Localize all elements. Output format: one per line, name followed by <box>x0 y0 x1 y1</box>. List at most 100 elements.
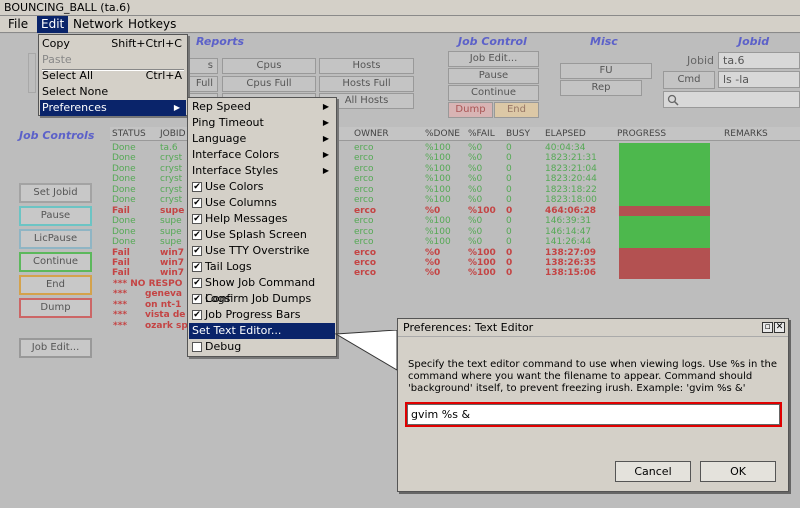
dump-button[interactable]: Dump <box>19 298 92 318</box>
top-job-edit-button[interactable]: Job Edit... <box>448 51 539 67</box>
note-text: on nt-1 <box>145 299 182 310</box>
col-jobid[interactable]: JOBID <box>160 127 186 141</box>
top-continue-button[interactable]: Continue <box>448 85 539 101</box>
tail-logs-label: Tail Logs <box>205 260 252 273</box>
cell-fail: %0 <box>468 153 483 164</box>
cell-status: Done <box>112 237 136 248</box>
licpause-button[interactable]: LicPause <box>19 229 92 249</box>
restore-icon[interactable]: ▫ <box>762 322 773 333</box>
pref-language[interactable]: Language ▶ <box>189 131 335 147</box>
cell-jobid: win7 <box>160 268 185 279</box>
job-progress-bars-label: Job Progress Bars <box>205 308 301 321</box>
set-jobid-button[interactable]: Set Jobid <box>19 183 92 203</box>
menu-item-copy[interactable]: Copy Shift+Ctrl+C <box>40 36 186 52</box>
col-owner[interactable]: OWNER <box>354 127 389 141</box>
cell-owner: erco <box>354 143 374 153</box>
dialog-message: Specify the text editor command to use w… <box>408 359 777 394</box>
cancel-button[interactable]: Cancel <box>615 461 691 482</box>
debug-label: Debug <box>205 340 242 353</box>
fu-button[interactable]: FU <box>560 63 652 79</box>
pref-use-colors[interactable]: ✔ Use Colors <box>189 179 335 195</box>
checkbox-checked-icon[interactable]: ✔ <box>192 182 202 192</box>
close-icon[interactable]: ✕ <box>774 322 785 333</box>
pref-ping-timeout[interactable]: Ping Timeout ▶ <box>189 115 335 131</box>
cell-status: Done <box>112 143 136 153</box>
progress-bar <box>619 205 710 217</box>
menu-edit[interactable]: Edit <box>37 16 69 33</box>
pref-tail-logs[interactable]: ✔ Tail Logs <box>189 259 335 275</box>
menu-item-select-all[interactable]: Select All Ctrl+A <box>40 68 186 84</box>
ok-button[interactable]: OK <box>700 461 776 482</box>
editor-command-input[interactable] <box>407 404 780 425</box>
cell-busy: 0 <box>506 257 513 268</box>
cell-busy: 0 <box>506 163 512 174</box>
cell-status: Done <box>112 174 136 185</box>
rep-button[interactable]: Rep <box>560 80 642 96</box>
reports-hosts-full-button[interactable]: Hosts Full <box>319 76 414 92</box>
pref-interface-colors[interactable]: Interface Colors ▶ <box>189 147 335 163</box>
cell-busy: 0 <box>506 153 512 164</box>
checkbox-checked-icon[interactable]: ✔ <box>192 246 202 256</box>
continue-button[interactable]: Continue <box>19 252 92 272</box>
pref-use-tty-overstrike[interactable]: ✔ Use TTY Overstrike <box>189 243 335 259</box>
pref-confirm-job-dumps[interactable]: ✔ Confirm Job Dumps <box>189 291 335 307</box>
col-busy[interactable]: BUSY <box>506 127 530 141</box>
menu-item-paste[interactable]: Paste <box>40 52 186 68</box>
pref-set-text-editor[interactable]: Set Text Editor... <box>189 323 335 339</box>
submenu-arrow-icon: ▶ <box>322 166 329 175</box>
pref-help-messages[interactable]: ✔ Help Messages <box>189 211 335 227</box>
cell-owner: erco <box>354 153 374 164</box>
pref-use-splash-screen[interactable]: ✔ Use Splash Screen <box>189 227 335 243</box>
checkbox-checked-icon[interactable]: ✔ <box>192 214 202 224</box>
cmd-button[interactable]: Cmd <box>663 71 715 89</box>
menu-hotkeys[interactable]: Hotkeys <box>124 16 180 33</box>
reports-hosts-button[interactable]: Hosts <box>319 58 414 74</box>
cell-jobid: cryst <box>160 163 183 174</box>
col-status[interactable]: STATUS <box>112 127 146 141</box>
checkbox-checked-icon[interactable]: ✔ <box>192 262 202 272</box>
top-pause-button[interactable]: Pause <box>448 68 539 84</box>
col-fail[interactable]: %FAIL <box>468 127 495 141</box>
cell-fail: %100 <box>468 268 496 279</box>
checkbox-unchecked-icon[interactable] <box>192 342 202 352</box>
note-marker: *** NO RESPO <box>113 278 183 289</box>
use-columns-label: Use Columns <box>205 196 277 209</box>
reports-cpus-full-button[interactable]: Cpus Full <box>222 76 316 92</box>
menu-network[interactable]: Network <box>69 16 127 33</box>
checkbox-checked-icon[interactable]: ✔ <box>192 198 202 208</box>
checkbox-checked-icon[interactable]: ✔ <box>192 278 202 288</box>
side-job-edit-button[interactable]: Job Edit... <box>19 338 92 358</box>
select-all-label: Select All <box>42 69 94 82</box>
cell-done: %100 <box>425 237 451 248</box>
col-progress[interactable]: PROGRESS <box>617 127 666 141</box>
end-button[interactable]: End <box>19 275 92 295</box>
checkbox-checked-icon[interactable]: ✔ <box>192 230 202 240</box>
top-dump-button[interactable]: Dump <box>448 102 493 118</box>
menu-item-preferences[interactable]: Preferences ▶ <box>40 100 186 116</box>
col-elapsed[interactable]: ELAPSED <box>545 127 586 141</box>
pref-job-progress-bars[interactable]: ✔ Job Progress Bars <box>189 307 335 323</box>
progress-bar <box>619 226 710 238</box>
pref-show-job-command-logs[interactable]: ✔ Show Job Command Logs <box>189 275 335 305</box>
pref-rep-speed[interactable]: Rep Speed ▶ <box>189 99 335 115</box>
checkbox-checked-icon[interactable]: ✔ <box>192 294 202 304</box>
reports-cpus-button[interactable]: Cpus <box>222 58 316 74</box>
pref-interface-styles[interactable]: Interface Styles ▶ <box>189 163 335 179</box>
pref-use-columns[interactable]: ✔ Use Columns <box>189 195 335 211</box>
cell-done: %100 <box>425 174 451 185</box>
col-done[interactable]: %DONE <box>425 127 460 141</box>
menu-item-select-none[interactable]: Select None <box>40 84 186 100</box>
pause-button[interactable]: Pause <box>19 206 92 226</box>
col-remarks[interactable]: REMARKS <box>724 127 768 141</box>
checkbox-checked-icon[interactable]: ✔ <box>192 310 202 320</box>
cell-owner: erco <box>354 257 377 268</box>
progress-bar <box>619 184 710 196</box>
jobid-field[interactable]: ta.6 <box>718 52 800 69</box>
cell-busy: 0 <box>506 195 512 206</box>
pref-debug[interactable]: Debug <box>189 339 335 355</box>
top-end-button[interactable]: End <box>494 102 539 118</box>
submenu-arrow-icon: ▶ <box>173 103 180 112</box>
menu-file[interactable]: File <box>4 16 32 33</box>
search-field[interactable] <box>663 91 800 108</box>
cmd-field[interactable]: ls -la <box>718 71 800 88</box>
